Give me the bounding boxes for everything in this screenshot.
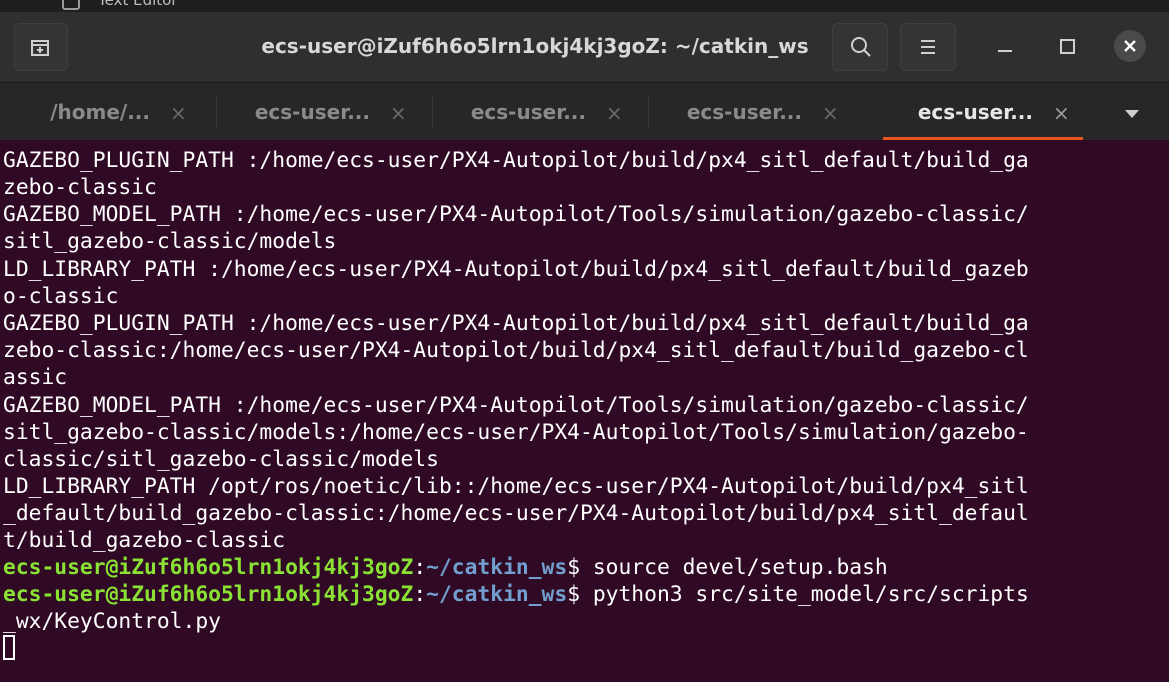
tab-close-icon[interactable]: × xyxy=(1053,101,1070,125)
tab-divider xyxy=(216,97,217,127)
prompt-user-host: ecs-user@iZuf6h6o5lrn1okj4kj3goZ xyxy=(3,555,414,580)
tab-1[interactable]: /home/... × xyxy=(0,83,200,141)
new-tab-button[interactable] xyxy=(14,23,68,71)
terminal-line: sitl_gazebo-classic/models:/home/ecs-use… xyxy=(3,420,1029,445)
terminal-cursor xyxy=(3,635,15,660)
terminal-line: _wx/KeyControl.py xyxy=(3,609,221,634)
background-window-strip: Text Editor xyxy=(0,0,1169,12)
terminal-line: GAZEBO_MODEL_PATH :/home/ecs-user/PX4-Au… xyxy=(3,393,1029,418)
prompt-colon: : xyxy=(413,582,427,607)
terminal-line: LD_LIBRARY_PATH :/home/ecs-user/PX4-Auto… xyxy=(3,257,1029,282)
tab-close-icon[interactable]: × xyxy=(390,101,407,125)
minimize-icon xyxy=(998,50,1012,52)
text-editor-icon xyxy=(62,0,80,10)
tab-2[interactable]: ecs-user... × xyxy=(220,83,420,141)
tabs-dropdown-button[interactable] xyxy=(1120,105,1144,121)
hamburger-menu-button[interactable] xyxy=(900,23,956,71)
prompt-path: ~/catkin_ws xyxy=(426,582,568,607)
terminal-line: _default/build_gazebo-classic:/home/ecs-… xyxy=(3,501,1029,526)
tab-5-active[interactable]: ecs-user... × xyxy=(883,83,1083,141)
minimize-button[interactable] xyxy=(988,28,1024,64)
tab-close-icon[interactable]: × xyxy=(170,101,187,125)
tab-label: /home/... xyxy=(50,100,150,124)
prompt-colon: : xyxy=(413,555,427,580)
close-icon xyxy=(1124,40,1136,52)
search-button[interactable] xyxy=(832,23,888,71)
tab-close-icon[interactable]: × xyxy=(822,101,839,125)
new-tab-icon xyxy=(31,40,49,56)
tab-label: ecs-user... xyxy=(686,100,802,124)
prompt-command: $ python3 src/site_model/src/scripts xyxy=(567,582,1029,607)
terminal-line: LD_LIBRARY_PATH /opt/ros/noetic/lib::/ho… xyxy=(3,474,1029,499)
prompt-path: ~/catkin_ws xyxy=(426,555,568,580)
tab-bar: /home/... × ecs-user... × ecs-user... × … xyxy=(0,82,1169,141)
background-window-title: Text Editor xyxy=(98,0,178,9)
tab-label: ecs-user... xyxy=(917,100,1033,124)
terminal-line: GAZEBO_MODEL_PATH :/home/ecs-user/PX4-Au… xyxy=(3,202,1029,227)
maximize-icon xyxy=(1060,39,1075,54)
tab-close-icon[interactable]: × xyxy=(606,101,623,125)
tab-4[interactable]: ecs-user... × xyxy=(652,83,852,141)
close-button[interactable] xyxy=(1114,30,1146,62)
terminal-line: GAZEBO_PLUGIN_PATH :/home/ecs-user/PX4-A… xyxy=(3,148,1029,173)
prompt-command: $ source devel/setup.bash xyxy=(567,555,888,580)
tab-label: ecs-user... xyxy=(470,100,586,124)
tab-3[interactable]: ecs-user... × xyxy=(436,83,636,141)
search-icon xyxy=(851,37,871,57)
tab-label: ecs-user... xyxy=(254,100,370,124)
tab-divider xyxy=(648,97,649,127)
terminal-output[interactable]: GAZEBO_PLUGIN_PATH :/home/ecs-user/PX4-A… xyxy=(0,140,1169,682)
tab-divider xyxy=(432,97,433,127)
chevron-down-icon xyxy=(1125,110,1139,118)
terminal-line: zebo-classic:/home/ecs-user/PX4-Autopilo… xyxy=(3,338,1029,363)
terminal-line: sitl_gazebo-classic/models xyxy=(3,229,337,254)
window-title: ecs-user@iZuf6h6o5lrn1okj4kj3goZ: ~/catk… xyxy=(261,34,809,58)
terminal-line: GAZEBO_PLUGIN_PATH :/home/ecs-user/PX4-A… xyxy=(3,311,1029,336)
prompt-line: ecs-user@iZuf6h6o5lrn1okj4kj3goZ:~/catki… xyxy=(3,554,888,581)
terminal-line: t/build_gazebo-classic xyxy=(3,528,286,553)
terminal-line: o-classic xyxy=(3,284,119,309)
terminal-line: zebo-classic xyxy=(3,175,157,200)
prompt-line: ecs-user@iZuf6h6o5lrn1okj4kj3goZ:~/catki… xyxy=(3,581,1029,608)
maximize-button[interactable] xyxy=(1048,28,1084,64)
title-bar: ecs-user@iZuf6h6o5lrn1okj4kj3goZ: ~/catk… xyxy=(0,12,1169,82)
prompt-user-host: ecs-user@iZuf6h6o5lrn1okj4kj3goZ xyxy=(3,582,414,607)
terminal-line: classic/sitl_gazebo-classic/models xyxy=(3,447,439,472)
hamburger-menu-icon xyxy=(921,40,935,54)
terminal-line: assic xyxy=(3,365,68,390)
